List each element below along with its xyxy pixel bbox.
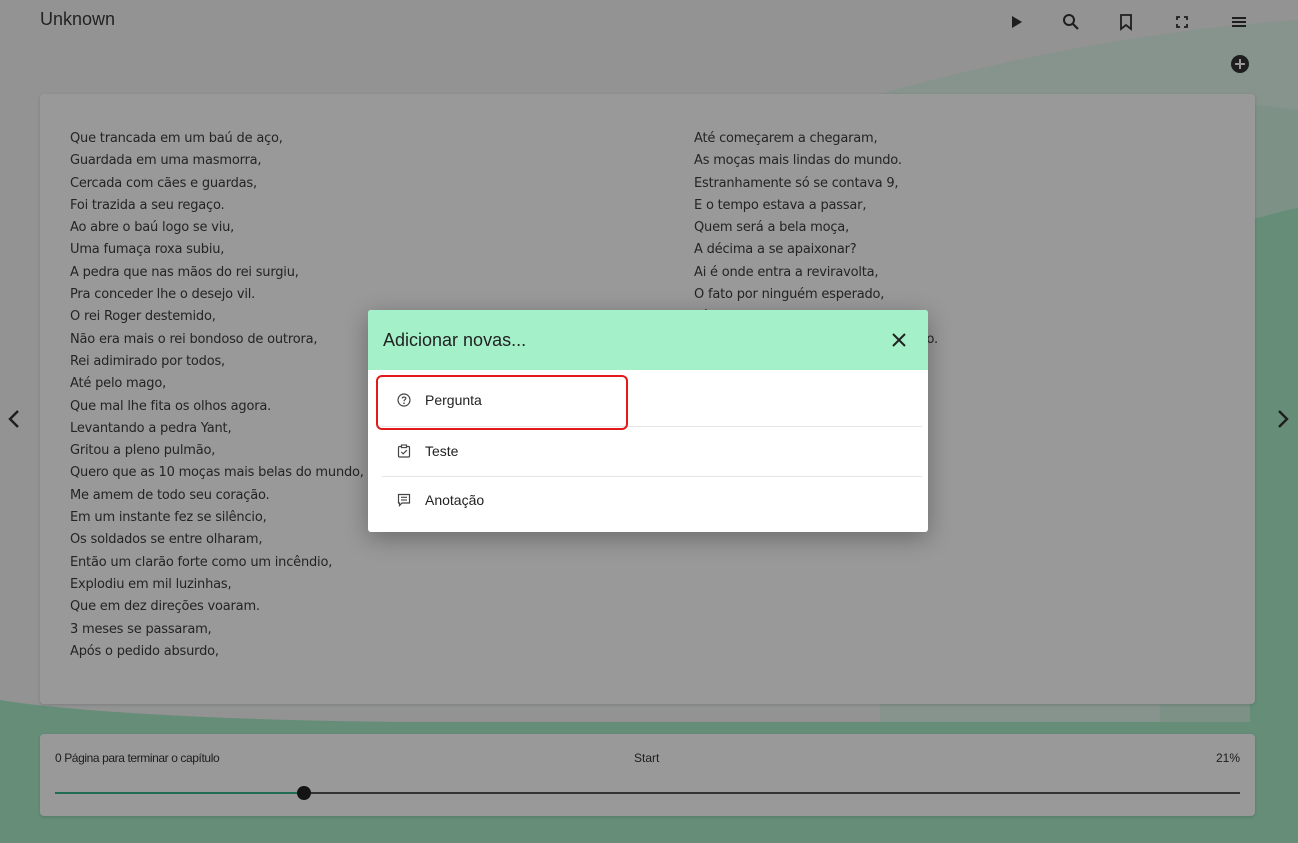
menu-item-label: Teste: [425, 443, 459, 459]
menu-item-label: Pergunta: [425, 392, 482, 408]
dialog-header: Adicionar novas...: [368, 310, 928, 370]
dialog-title: Adicionar novas...: [383, 330, 527, 350]
help-circle-icon: [396, 392, 412, 408]
menu-item-anotacao[interactable]: Anotação: [382, 476, 922, 524]
note-icon: [396, 492, 412, 508]
clipboard-check-icon: [396, 443, 412, 459]
add-new-dialog: Adicionar novas... Pergunta Teste Anotaç…: [368, 310, 928, 532]
menu-item-label: Anotação: [425, 492, 485, 508]
menu-item-teste[interactable]: Teste: [382, 427, 922, 475]
menu-item-pergunta[interactable]: Pergunta: [382, 376, 922, 424]
close-icon[interactable]: [888, 329, 910, 351]
